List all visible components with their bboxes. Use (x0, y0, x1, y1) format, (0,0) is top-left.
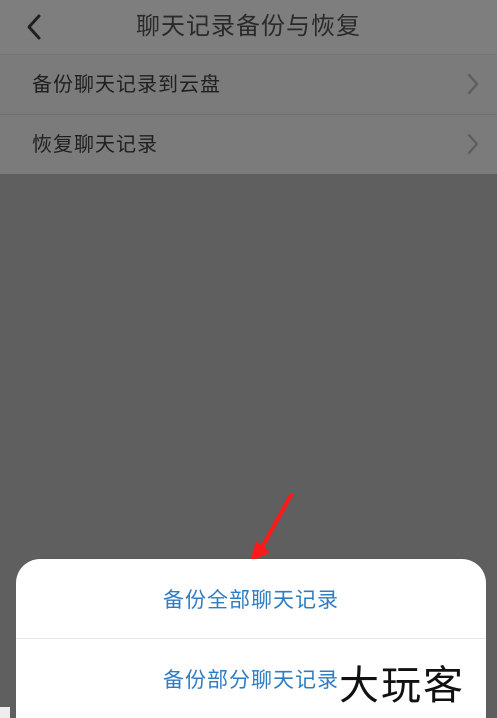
settings-item-restore-chat-history[interactable]: 恢复聊天记录 (0, 115, 497, 174)
settings-list: 备份聊天记录到云盘 恢复聊天记录 (0, 55, 497, 174)
corner-mark (0, 707, 10, 718)
backup-all-chat-history-button[interactable]: 备份全部聊天记录 (16, 559, 486, 639)
app-screen: 聊天记录备份与恢复 备份聊天记录到云盘 恢复聊天记录 备份全部聊天记录 备份部分… (0, 0, 497, 718)
settings-item-label: 备份聊天记录到云盘 (32, 72, 221, 96)
settings-item-backup-to-cloud[interactable]: 备份聊天记录到云盘 (0, 55, 497, 115)
chevron-right-icon (467, 73, 479, 95)
page-title: 聊天记录备份与恢复 (136, 12, 361, 40)
chevron-right-icon (467, 133, 479, 155)
watermark-logo: 大玩客 (339, 663, 465, 709)
settings-item-label: 恢复聊天记录 (32, 132, 158, 156)
top-navigation-bar: 聊天记录备份与恢复 (0, 0, 497, 55)
